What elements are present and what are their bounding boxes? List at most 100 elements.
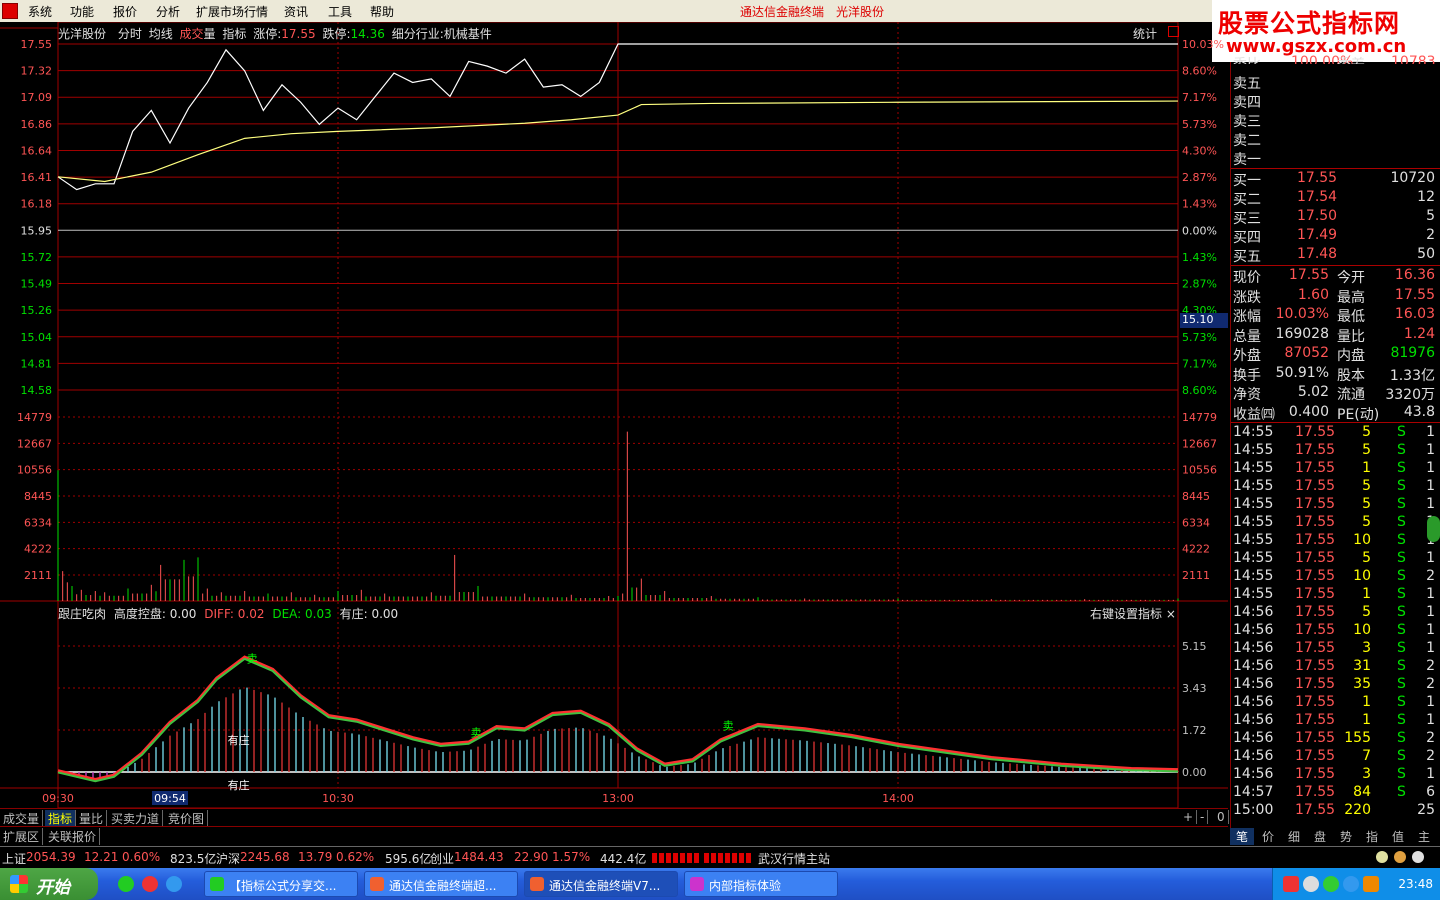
status-icon-3[interactable] [1412, 851, 1424, 863]
taskbar-window-2[interactable]: 通达信金融终端超... [364, 871, 518, 897]
tab-volume-ratio[interactable]: 量比 [76, 810, 108, 827]
tab-buy-sell-force[interactable]: 买卖力道 [108, 810, 164, 827]
tick-time: 14:55 [1233, 532, 1274, 548]
tick-time: 14:55 [1233, 442, 1274, 458]
right-tab[interactable]: 细 [1282, 828, 1306, 845]
cursor-price-label: 15.10 [1180, 313, 1228, 328]
tick-count: 1 [1426, 442, 1435, 458]
indicator-toggle[interactable]: 指标 [222, 27, 246, 41]
stat-value-right: 43.8 [1403, 403, 1435, 420]
menu-item-system[interactable]: 系统 [28, 3, 52, 20]
indicator-name[interactable]: 跟庄吃肉 [58, 607, 106, 621]
menu-item-analysis[interactable]: 分析 [156, 3, 180, 20]
reset-zoom-button[interactable]: 0 [1214, 810, 1229, 824]
sz-pct: 0.62% [336, 850, 375, 864]
server-name[interactable]: 武汉行情主站 [758, 850, 830, 867]
zoom-in-button[interactable]: + [1180, 810, 1198, 824]
buy-level-volume: 12 [1417, 189, 1435, 205]
vol-label-part1[interactable]: 成交 [180, 27, 204, 41]
time-tick-label: 13:00 [602, 792, 634, 805]
stat-row: 换手 50.91% 股本 1.33亿 [1231, 365, 1439, 384]
right-tab[interactable]: 价 [1256, 828, 1280, 845]
stat-label-left: 外盘 [1233, 348, 1261, 364]
price-tick-label: 15.95 [21, 224, 53, 237]
tick-count: 1 [1426, 622, 1435, 638]
maximize-icon[interactable] [1168, 26, 1179, 37]
scroll-handle[interactable] [1427, 516, 1440, 542]
bottom-tab-bar: 成交量 指标 量比 买卖力道 竞价图 + - 0 [0, 808, 1229, 827]
tab-auction[interactable]: 竞价图 [165, 810, 209, 827]
right-tab[interactable]: 笔 [1230, 828, 1254, 845]
start-button[interactable]: 开始 [0, 868, 98, 900]
menu-item-tools[interactable]: 工具 [328, 3, 352, 20]
menu-item-quote[interactable]: 报价 [113, 3, 137, 20]
tick-count: 1 [1426, 766, 1435, 782]
zoom-out-button[interactable]: - [1197, 810, 1209, 824]
buy-level-volume: 50 [1417, 246, 1435, 262]
stat-label-right: PE(动) [1337, 406, 1380, 423]
indicator-signal-label: 卖 [723, 720, 734, 733]
right-tab[interactable]: 主 [1412, 828, 1436, 845]
tick-price: 17.55 [1295, 784, 1336, 800]
buy-level-row: 买五 17.48 50 [1231, 246, 1439, 265]
tray-icon-1[interactable] [1283, 876, 1299, 892]
tick-time: 14:55 [1233, 568, 1274, 584]
quicklaunch-ie-icon[interactable] [166, 876, 182, 892]
tick-volume: 84 [1353, 784, 1371, 800]
menu-item-function[interactable]: 功能 [70, 3, 94, 20]
taskbar-window-3[interactable]: 通达信金融终端V7... [524, 871, 678, 897]
tray-icon-4[interactable] [1343, 876, 1359, 892]
tab-related-quotes[interactable]: 关联报价 [45, 828, 101, 845]
tick-side: S [1397, 640, 1406, 656]
price-tick-label: 17.09 [21, 91, 53, 104]
tray-icon-5[interactable] [1363, 876, 1379, 892]
tick-row: 14:55 17.55 1 S 1 [1231, 460, 1439, 479]
sz-label: 沪深 [216, 852, 241, 866]
indicator-settings-hint[interactable]: 右键设置指标 × [1090, 605, 1176, 622]
tick-side: S [1397, 496, 1406, 512]
taskbar-window-4[interactable]: 内部指标体验 [684, 871, 838, 897]
tick-row: 14:55 17.55 10 S 2 [1231, 568, 1439, 587]
quicklaunch-icon-1[interactable] [118, 876, 134, 892]
status-icon-2[interactable] [1394, 851, 1406, 863]
tick-volume: 5 [1362, 442, 1371, 458]
tab-avg-line[interactable]: 均线 [149, 27, 173, 41]
tick-volume: 1 [1362, 712, 1371, 728]
weicha-label: 委差 [1337, 54, 1365, 64]
sell-level-row: 卖四 [1231, 92, 1439, 111]
right-click-hint[interactable]: 右键设置指标 [1090, 607, 1162, 621]
chart-area[interactable]: 17.55 10.03% 17.32 8.60% 17.09 7.17% 16.86 5.73… [0, 22, 1228, 808]
kongpan-label: 高度控盘: [113, 607, 166, 621]
menu-item-help[interactable]: 帮助 [370, 3, 394, 20]
tick-side: S [1397, 676, 1406, 692]
pct-tick-label: 1.43% [1182, 251, 1217, 264]
menu-item-ext-market[interactable]: 扩展市场行情 [196, 3, 268, 20]
status-icon-1[interactable] [1376, 851, 1388, 863]
quicklaunch-icon-2[interactable] [142, 876, 158, 892]
bottom-tab-bar-2: 扩展区 关联报价 [0, 826, 1228, 845]
right-tab[interactable]: 值 [1386, 828, 1410, 845]
tab-volume[interactable]: 成交量 [0, 810, 44, 827]
indicator-close-icon[interactable]: × [1166, 607, 1176, 621]
right-tab[interactable]: 指 [1360, 828, 1384, 845]
tick-price: 17.55 [1295, 532, 1336, 548]
tick-row: 14:56 17.55 1 S 1 [1231, 694, 1439, 713]
menu-item-news[interactable]: 资讯 [284, 3, 308, 20]
vol-label-part2[interactable]: 量 [204, 27, 216, 41]
right-tab[interactable]: 盘 [1308, 828, 1332, 845]
taskbar-window-1[interactable]: 【指标公式分享交... [204, 871, 358, 897]
pct-tick-label: 4.30% [1182, 144, 1217, 157]
tray-icon-2[interactable] [1303, 876, 1319, 892]
tray-icon-3[interactable] [1323, 876, 1339, 892]
tick-count: 2 [1426, 748, 1435, 764]
tab-indicator[interactable]: 指标 [45, 810, 77, 827]
right-tab[interactable]: 势 [1334, 828, 1358, 845]
stats-button[interactable]: 统计 [1133, 25, 1157, 42]
stat-row: 净资 5.02 流通 3320万 [1231, 384, 1439, 403]
tab-ext-area[interactable]: 扩展区 [0, 828, 44, 845]
tab-intraday[interactable]: 分时 [118, 27, 142, 41]
stat-label-left: 总量 [1233, 328, 1261, 345]
buy-level-label: 买二 [1233, 192, 1261, 208]
tick-side: S [1397, 550, 1406, 566]
tick-volume: 10 [1353, 622, 1371, 638]
